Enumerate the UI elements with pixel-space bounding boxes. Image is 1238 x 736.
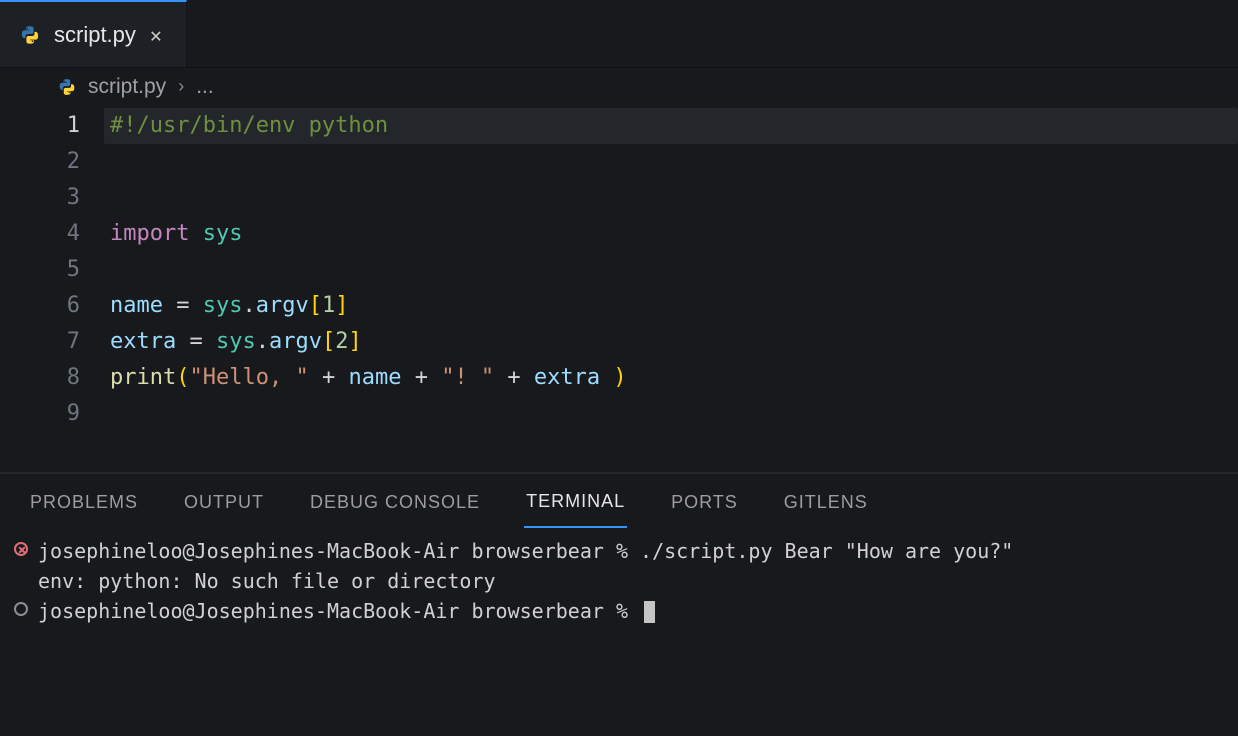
panel-tab-gitlens[interactable]: GITLENS [782, 492, 870, 513]
error-status-icon [14, 542, 28, 556]
panel-tab-ports[interactable]: PORTS [669, 492, 740, 513]
line-number: 4 [0, 216, 80, 252]
code-line[interactable]: import sys [110, 221, 242, 246]
line-number: 3 [0, 180, 80, 216]
code-line[interactable] [110, 437, 123, 462]
code-line[interactable]: extra = sys.argv[2] [110, 329, 362, 354]
panel-tab-terminal[interactable]: TERMINAL [524, 491, 627, 528]
idle-status-icon [14, 602, 28, 616]
editor-tab-label: script.py [54, 22, 136, 48]
line-number-gutter: 123456789 [0, 108, 110, 468]
editor-tab-bar: script.py ✕ [0, 0, 1238, 68]
bottom-panel: PROBLEMS OUTPUT DEBUG CONSOLE TERMINAL PORTS… [0, 472, 1238, 736]
code-line[interactable]: name = sys.argv[1] [110, 293, 348, 318]
close-icon[interactable]: ✕ [150, 25, 162, 45]
python-file-icon [20, 25, 40, 45]
panel-tab-bar: PROBLEMS OUTPUT DEBUG CONSOLE TERMINAL PORTS… [0, 474, 1238, 530]
terminal-text[interactable]: josephineloo@Josephines-MacBook-Air brow… [38, 596, 655, 626]
code-content[interactable]: #!/usr/bin/env python import sys name = … [110, 108, 1238, 468]
line-number: 7 [0, 324, 80, 360]
line-number: 6 [0, 288, 80, 324]
breadcrumb-symbol[interactable]: ... [196, 75, 214, 99]
code-line[interactable]: #!/usr/bin/env python [104, 108, 1238, 144]
terminal-output[interactable]: josephineloo@Josephines-MacBook-Air brow… [0, 530, 1238, 626]
code-line[interactable] [110, 257, 123, 282]
terminal-row: josephineloo@Josephines-MacBook-Air brow… [14, 536, 1224, 596]
python-file-icon [58, 78, 76, 96]
code-line[interactable]: print("Hello, " + name + "! " + extra ) [110, 365, 627, 390]
panel-tab-output[interactable]: OUTPUT [182, 492, 266, 513]
chevron-right-icon: › [178, 76, 184, 97]
line-number: 1 [0, 108, 80, 144]
line-number: 9 [0, 396, 80, 432]
breadcrumb[interactable]: script.py › ... [0, 68, 1238, 106]
breadcrumb-file[interactable]: script.py [88, 75, 166, 99]
code-line[interactable] [110, 185, 123, 210]
panel-tab-problems[interactable]: PROBLEMS [28, 492, 140, 513]
code-editor[interactable]: 123456789 #!/usr/bin/env python import s… [0, 106, 1238, 468]
line-number: 2 [0, 144, 80, 180]
code-line[interactable] [110, 401, 123, 426]
line-number: 5 [0, 252, 80, 288]
line-number: 8 [0, 360, 80, 396]
terminal-cursor [644, 601, 655, 623]
panel-tab-debug-console[interactable]: DEBUG CONSOLE [308, 492, 482, 513]
terminal-row: josephineloo@Josephines-MacBook-Air brow… [14, 596, 1224, 626]
editor-tab-script[interactable]: script.py ✕ [0, 0, 187, 67]
terminal-text[interactable]: josephineloo@Josephines-MacBook-Air brow… [38, 536, 1013, 596]
